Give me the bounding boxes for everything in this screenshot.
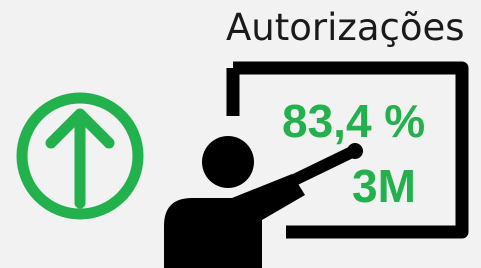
kpi-amount: 3M (352, 160, 416, 212)
kpi-percent: 83,4 % (282, 95, 426, 147)
presenter-icon (164, 136, 363, 268)
trend-up-icon (16, 92, 144, 220)
